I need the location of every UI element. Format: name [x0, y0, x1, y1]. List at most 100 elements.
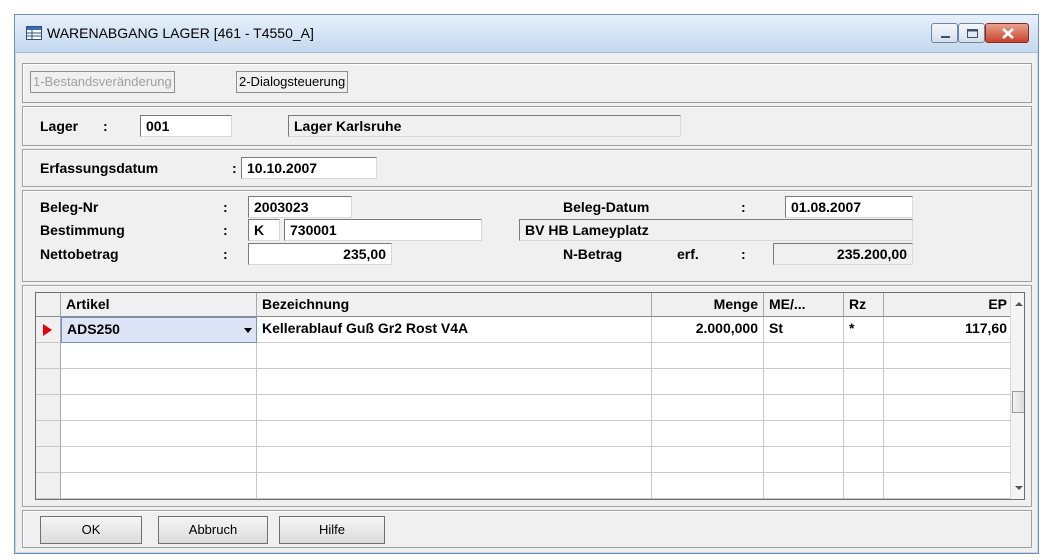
- beleg-section: Beleg-Nr : 2003023 Beleg-Datum : 01.08.2…: [22, 190, 1032, 282]
- row-header[interactable]: [36, 343, 61, 369]
- bestimmung-colon: :: [223, 222, 228, 238]
- row-header[interactable]: [36, 317, 61, 343]
- dialog-body: 1-Bestandsveränderung 2-Dialogsteuerung …: [22, 55, 1032, 549]
- row-header[interactable]: [36, 447, 61, 473]
- row-header[interactable]: [36, 395, 61, 421]
- empty-cell[interactable]: [884, 447, 1013, 473]
- cell-bezeichnung[interactable]: Kellerablauf Guß Gr2 Rost V4A: [257, 317, 652, 343]
- cell-menge[interactable]: 2.000,000: [652, 317, 764, 343]
- empty-cell[interactable]: [257, 369, 652, 395]
- empty-cell[interactable]: [884, 395, 1013, 421]
- maximize-button[interactable]: [958, 23, 985, 43]
- abbruch-button[interactable]: Abbruch: [158, 516, 268, 544]
- bestimmung-nr-field[interactable]: 730001: [284, 219, 482, 241]
- beleg-datum-field[interactable]: 01.08.2007: [785, 196, 913, 218]
- beleg-datum-label: Beleg-Datum: [563, 199, 650, 215]
- empty-cell[interactable]: [764, 395, 844, 421]
- empty-cell[interactable]: [652, 473, 764, 499]
- tab-bar: 1-Bestandsveränderung 2-Dialogsteuerung: [22, 63, 1032, 103]
- ok-button[interactable]: OK: [40, 516, 142, 544]
- nettobetrag-field[interactable]: 235,00: [248, 243, 392, 265]
- empty-cell[interactable]: [257, 395, 652, 421]
- beleg-nr-field[interactable]: 2003023: [248, 196, 352, 218]
- article-grid[interactable]: Artikel Bezeichnung Menge ME/... Rz EP A…: [35, 292, 1025, 500]
- empty-cell[interactable]: [652, 369, 764, 395]
- erfassungsdatum-field[interactable]: 10.10.2007: [241, 157, 377, 179]
- empty-cell[interactable]: [61, 473, 257, 499]
- bestimmung-label: Bestimmung: [40, 222, 125, 238]
- nettobetrag-label: Nettobetrag: [40, 246, 119, 262]
- n-betrag-field: 235.200,00: [773, 243, 913, 265]
- hilfe-button[interactable]: Hilfe: [279, 516, 385, 544]
- empty-cell[interactable]: [61, 447, 257, 473]
- empty-cell[interactable]: [844, 343, 884, 369]
- chevron-down-icon[interactable]: [243, 327, 253, 335]
- cell-me[interactable]: St: [764, 317, 844, 343]
- cell-ep[interactable]: 117,60: [884, 317, 1013, 343]
- minimize-button[interactable]: [931, 23, 958, 43]
- lager-colon: :: [103, 118, 108, 134]
- empty-cell[interactable]: [844, 395, 884, 421]
- empty-cell[interactable]: [764, 421, 844, 447]
- column-header-ep[interactable]: EP: [884, 293, 1013, 317]
- empty-cell[interactable]: [764, 369, 844, 395]
- empty-cell[interactable]: [884, 421, 1013, 447]
- empty-cell[interactable]: [844, 447, 884, 473]
- close-button[interactable]: [985, 23, 1029, 43]
- empty-cell[interactable]: [61, 343, 257, 369]
- title-bar[interactable]: WARENABGANG LAGER [461 - T4550_A]: [15, 15, 1038, 53]
- main-window: WARENABGANG LAGER [461 - T4550_A] 1-Best…: [14, 14, 1039, 554]
- empty-cell[interactable]: [844, 473, 884, 499]
- empty-cell[interactable]: [764, 343, 844, 369]
- scroll-thumb[interactable]: [1012, 391, 1024, 413]
- scroll-up-icon[interactable]: [1011, 297, 1025, 311]
- column-header-bezeichnung[interactable]: Bezeichnung: [257, 293, 652, 317]
- empty-cell[interactable]: [844, 421, 884, 447]
- empty-cell[interactable]: [257, 343, 652, 369]
- row-header[interactable]: [36, 421, 61, 447]
- artikel-value: ADS250: [67, 321, 120, 337]
- empty-cell[interactable]: [884, 343, 1013, 369]
- bestimmung-code-field[interactable]: K: [248, 219, 280, 241]
- bestimmung-text-field: BV HB Lameyplatz: [519, 219, 913, 241]
- empty-cell[interactable]: [884, 473, 1013, 499]
- n-betrag-erf-label: erf.: [677, 246, 699, 262]
- empty-cell[interactable]: [257, 421, 652, 447]
- column-header-rz[interactable]: Rz: [844, 293, 884, 317]
- lager-name-field: Lager Karlsruhe: [288, 115, 681, 137]
- empty-cell[interactable]: [764, 447, 844, 473]
- column-header-me[interactable]: ME/...: [764, 293, 844, 317]
- cell-rz[interactable]: *: [844, 317, 884, 343]
- empty-cell[interactable]: [652, 343, 764, 369]
- empty-cell[interactable]: [61, 395, 257, 421]
- scroll-down-icon[interactable]: [1011, 481, 1025, 495]
- lager-section: Lager : 001 Lager Karlsruhe: [22, 106, 1032, 146]
- table-icon: [26, 26, 42, 40]
- n-betrag-colon: :: [741, 246, 746, 262]
- tab-bestandsveraenderung[interactable]: 1-Bestandsveränderung: [30, 71, 175, 93]
- erfassungsdatum-label: Erfassungsdatum: [40, 160, 159, 176]
- row-header[interactable]: [36, 473, 61, 499]
- nettobetrag-colon: :: [223, 246, 228, 262]
- column-header-artikel[interactable]: Artikel: [61, 293, 257, 317]
- empty-cell[interactable]: [61, 369, 257, 395]
- empty-cell[interactable]: [257, 447, 652, 473]
- lager-code-field[interactable]: 001: [140, 115, 232, 137]
- current-row-arrow-icon: [43, 324, 52, 336]
- erfassung-section: Erfassungsdatum : 10.10.2007: [22, 149, 1032, 187]
- tab-dialogsteuerung[interactable]: 2-Dialogsteuerung: [236, 71, 349, 93]
- n-betrag-label: N-Betrag: [563, 246, 623, 262]
- empty-cell[interactable]: [257, 473, 652, 499]
- cell-artikel[interactable]: ADS250: [61, 317, 257, 343]
- empty-cell[interactable]: [652, 395, 764, 421]
- empty-cell[interactable]: [884, 369, 1013, 395]
- row-header[interactable]: [36, 369, 61, 395]
- empty-cell[interactable]: [61, 421, 257, 447]
- empty-cell[interactable]: [652, 447, 764, 473]
- vertical-scrollbar[interactable]: [1010, 293, 1025, 499]
- column-header-menge[interactable]: Menge: [652, 293, 764, 317]
- empty-cell[interactable]: [764, 473, 844, 499]
- beleg-nr-colon: :: [223, 199, 228, 215]
- empty-cell[interactable]: [844, 369, 884, 395]
- empty-cell[interactable]: [652, 421, 764, 447]
